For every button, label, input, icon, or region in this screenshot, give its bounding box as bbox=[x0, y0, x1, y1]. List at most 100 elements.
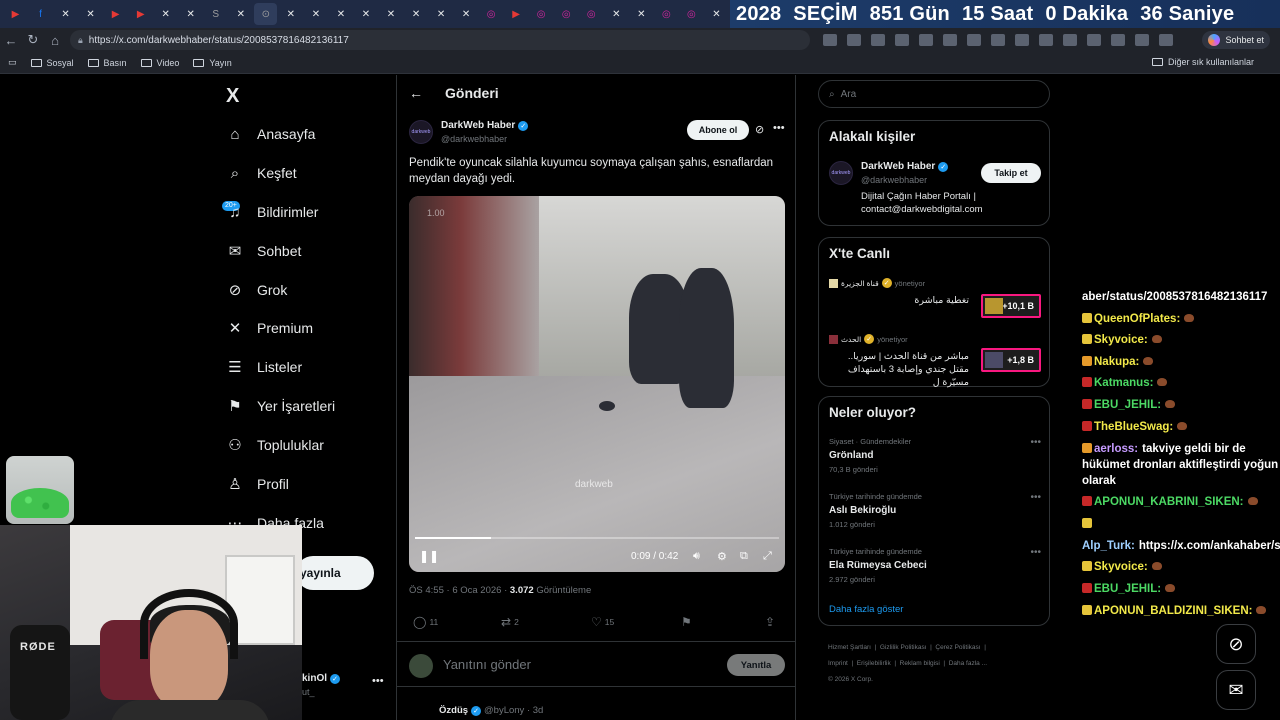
author-name[interactable]: DarkWeb Haber ✓ bbox=[441, 120, 529, 131]
nav-notifications[interactable]: ♫ Bildirimler bbox=[226, 203, 318, 221]
bookmark-folder-yayin[interactable]: Yayın bbox=[193, 58, 232, 68]
browser-tab[interactable]: ◎ bbox=[580, 3, 603, 25]
browser-tab[interactable]: ✕ bbox=[179, 3, 202, 25]
browser-tab[interactable]: ⊙ bbox=[254, 3, 278, 25]
follow-button[interactable]: Takip et bbox=[981, 163, 1041, 183]
extension-icon[interactable] bbox=[823, 34, 837, 46]
nav-grok[interactable]: ⊘ Grok bbox=[226, 281, 288, 299]
nav-lists[interactable]: ☰ Listeler bbox=[226, 358, 302, 376]
like-action[interactable]: ♡ 15 bbox=[591, 615, 614, 629]
footer-link[interactable]: Reklam bilgisi bbox=[900, 660, 940, 667]
back-arrow-icon[interactable]: ← bbox=[409, 85, 423, 101]
next-reply-preview[interactable]: Özdüş ✓ @byLony · 3d bbox=[409, 705, 543, 716]
extension-icon[interactable] bbox=[991, 34, 1005, 46]
bookmark-action[interactable]: ⚑ bbox=[681, 615, 695, 629]
browser-tab[interactable]: ◎ bbox=[480, 3, 503, 25]
nav-explore[interactable]: ⌕ Keşfet bbox=[226, 164, 297, 182]
bookmark-folder-basin[interactable]: Basın bbox=[87, 58, 127, 68]
trend-item[interactable]: Siyaset · Gündemdekiler Grönland 70,3 B … bbox=[829, 437, 1041, 474]
extension-icon[interactable] bbox=[919, 34, 933, 46]
settings-gear-icon[interactable]: ⚙ bbox=[717, 550, 727, 563]
extension-icon[interactable] bbox=[967, 34, 981, 46]
browser-tab[interactable]: ◎ bbox=[555, 3, 578, 25]
browser-tab[interactable]: ✕ bbox=[354, 3, 377, 25]
browser-tab[interactable]: ✕ bbox=[630, 3, 653, 25]
grok-floating-icon[interactable]: ⊘ bbox=[1216, 624, 1256, 664]
volume-icon[interactable]: 🔊︎ bbox=[693, 550, 700, 563]
account-more-icon[interactable]: ••• bbox=[372, 675, 384, 687]
browser-tab[interactable]: ✕ bbox=[329, 3, 352, 25]
nav-bookmarks[interactable]: ⚑ Yer İşaretleri bbox=[226, 397, 335, 415]
show-more-link[interactable]: Daha fazla göster bbox=[829, 604, 903, 615]
share-action[interactable]: ⇪ bbox=[765, 615, 778, 629]
fullscreen-icon[interactable]: ⤢ bbox=[763, 550, 772, 563]
extension-icon[interactable] bbox=[871, 34, 885, 46]
browser-tab[interactable]: ✕ bbox=[705, 3, 728, 25]
trend-item[interactable]: Türkiye tarihinde gündemde Ela Rümeysa C… bbox=[829, 547, 1041, 584]
extension-icon[interactable] bbox=[1063, 34, 1077, 46]
author-avatar[interactable]: darkweb bbox=[409, 120, 433, 144]
account-name[interactable]: kinOl ✓ bbox=[302, 673, 341, 684]
nav-premium[interactable]: ✕ Premium bbox=[226, 319, 313, 337]
extension-icon[interactable] bbox=[1135, 34, 1149, 46]
browser-tab[interactable]: ✕ bbox=[379, 3, 402, 25]
footer-link[interactable]: Çerez Politikası bbox=[935, 644, 980, 651]
url-field[interactable]: 🔒︎ https://x.com/darkwebhaber/status/200… bbox=[70, 30, 810, 50]
bookmark-folder-other[interactable]: Diğer sık kullanılanlar bbox=[1151, 57, 1254, 67]
picture-in-picture-icon[interactable]: ⧉ bbox=[740, 550, 748, 563]
related-name[interactable]: DarkWeb Haber ✓ bbox=[861, 161, 949, 172]
footer-link[interactable]: Hizmet Şartları bbox=[828, 644, 871, 651]
extension-icon[interactable] bbox=[895, 34, 909, 46]
browser-tab[interactable]: ✕ bbox=[304, 3, 327, 25]
browser-tab[interactable]: ✕ bbox=[54, 3, 77, 25]
post-date[interactable]: 6 Oca 2026 bbox=[452, 585, 501, 596]
browser-tab[interactable]: S bbox=[204, 3, 227, 25]
live-item[interactable]: قناة الجزيرة ✓ yönetiyor تغطية مباشرة +10,… bbox=[829, 278, 1041, 318]
pause-icon[interactable]: ❚❚ bbox=[419, 549, 439, 563]
bookmark-folder-video[interactable]: Video bbox=[140, 58, 179, 68]
browser-tab[interactable]: ✕ bbox=[430, 3, 453, 25]
browser-tab[interactable]: ✕ bbox=[455, 3, 478, 25]
footer-link[interactable]: Daha fazla ... bbox=[949, 660, 987, 667]
messages-floating-icon[interactable]: ✉ bbox=[1216, 670, 1256, 710]
browser-tab[interactable]: ▶ bbox=[505, 3, 528, 25]
subscribe-button[interactable]: Abone ol bbox=[687, 120, 749, 140]
related-avatar[interactable]: darkweb bbox=[829, 161, 853, 185]
extension-icon[interactable] bbox=[1015, 34, 1029, 46]
reply-button[interactable]: Yanıtla bbox=[727, 654, 785, 676]
browser-tab[interactable]: ✕ bbox=[405, 3, 428, 25]
video-progress-bar[interactable] bbox=[415, 537, 779, 539]
extension-icon[interactable] bbox=[1111, 34, 1125, 46]
extension-icon[interactable] bbox=[1087, 34, 1101, 46]
bookmarks-menu-icon[interactable]: ▭ bbox=[8, 57, 17, 68]
footer-link[interactable]: Gizlilik Politikası bbox=[880, 644, 927, 651]
post-button[interactable]: yayınla bbox=[296, 556, 374, 590]
browser-tab[interactable]: ▶ bbox=[4, 3, 27, 25]
extension-icon[interactable] bbox=[1159, 34, 1173, 46]
trend-more-icon[interactable]: ••• bbox=[1030, 437, 1041, 448]
footer-link[interactable]: Erişilebilirlik bbox=[857, 660, 891, 667]
repost-action[interactable]: ⇄ 2 bbox=[501, 615, 519, 629]
trend-more-icon[interactable]: ••• bbox=[1030, 492, 1041, 503]
reply-action[interactable]: ◯ 11 bbox=[413, 615, 438, 629]
post-more-icon[interactable]: ••• bbox=[773, 122, 785, 134]
back-icon[interactable]: ← bbox=[0, 29, 22, 51]
reply-input[interactable]: Yanıtını gönder bbox=[443, 657, 531, 672]
browser-tab[interactable]: f bbox=[29, 3, 52, 25]
browser-tab[interactable]: ▶ bbox=[104, 3, 127, 25]
browser-tab[interactable]: ◎ bbox=[680, 3, 703, 25]
trend-item[interactable]: Türkiye tarihinde gündemde Aslı Bekiroğl… bbox=[829, 492, 1041, 529]
browser-tab[interactable]: ✕ bbox=[279, 3, 302, 25]
bookmark-folder-sosyal[interactable]: Sosyal bbox=[30, 58, 74, 68]
extension-icon[interactable] bbox=[1039, 34, 1053, 46]
nav-chat[interactable]: ✉ Sohbet bbox=[226, 242, 302, 260]
footer-link[interactable]: Imprint bbox=[828, 660, 848, 667]
copilot-chat-button[interactable]: Sohbet et bbox=[1202, 31, 1270, 49]
search-input[interactable]: ⌕ Ara bbox=[818, 80, 1050, 108]
video-player[interactable]: 1.00 darkweb ❚❚ 0:09 / 0:42 🔊︎ ⚙ ⧉ ⤢ bbox=[409, 196, 785, 572]
reload-icon[interactable]: ↻ bbox=[22, 29, 44, 51]
browser-tab[interactable]: ✕ bbox=[154, 3, 177, 25]
nav-profile[interactable]: ♙ Profil bbox=[226, 475, 289, 493]
nav-communities[interactable]: ⚇ Topluluklar bbox=[226, 436, 324, 454]
live-item[interactable]: الحدث ✓ yönetiyor مباشر من قناة الحدث | سو… bbox=[829, 334, 1041, 389]
